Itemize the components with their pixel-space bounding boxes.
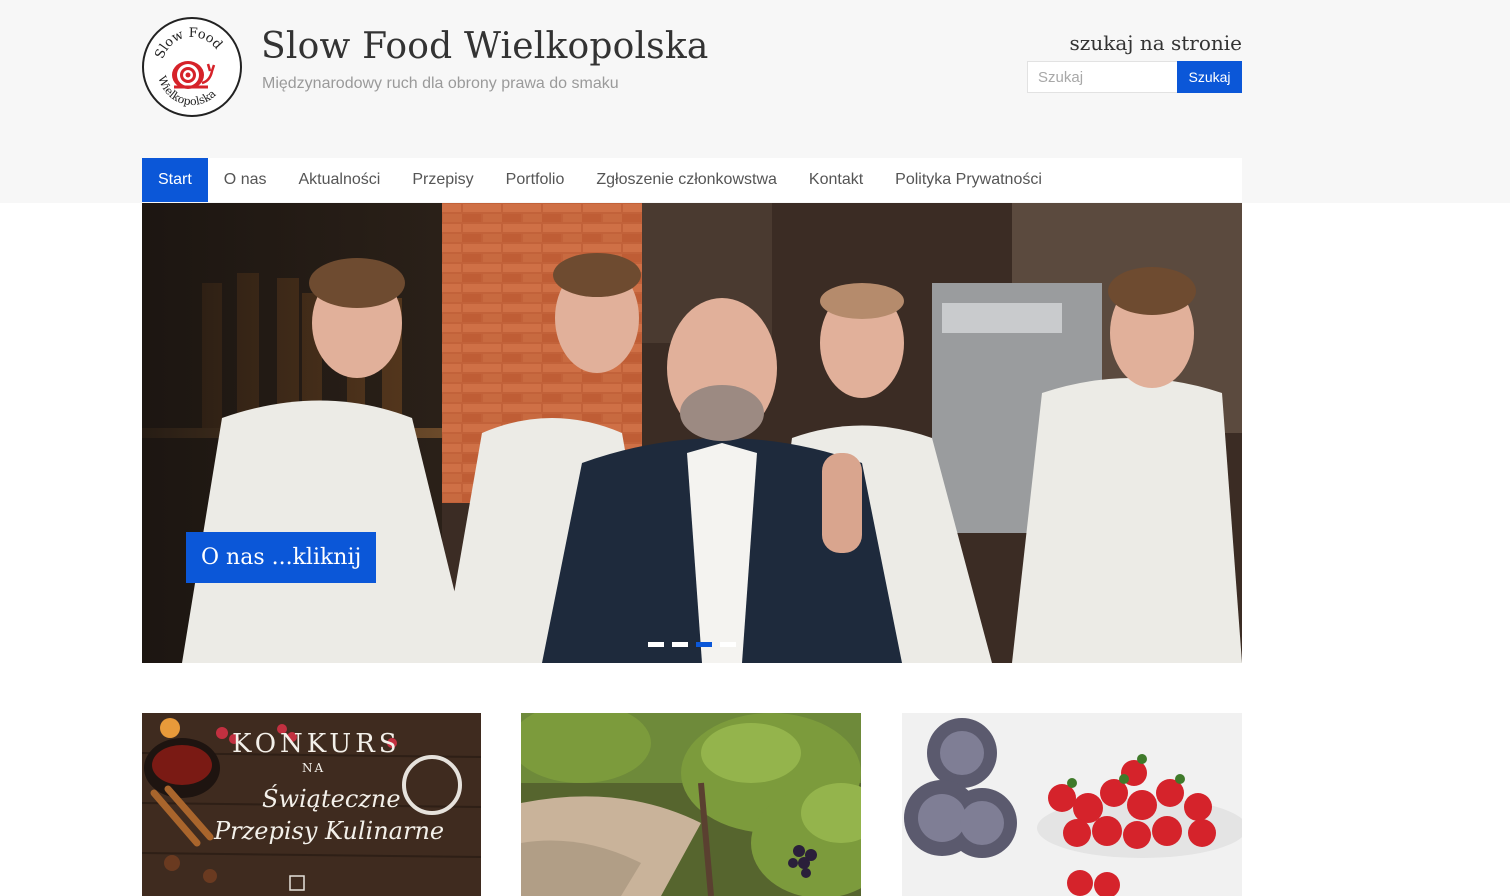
nav-item-portfolio[interactable]: Portfolio xyxy=(490,158,581,202)
hero-slider[interactable] xyxy=(142,203,1242,663)
card-konkurs-line1: Świąteczne xyxy=(262,785,401,813)
card-vineyard-image xyxy=(521,713,861,896)
search-heading: szukaj na stronie xyxy=(1069,31,1242,55)
card-artichokes-image xyxy=(902,713,1242,896)
nav-item-start[interactable]: Start xyxy=(142,158,208,202)
card-konkurs[interactable]: KONKURS NA Świąteczne Przepisy Kulinarne xyxy=(142,713,481,896)
nav-item-polityka[interactable]: Polityka Prywatności xyxy=(879,158,1058,202)
card-artichokes[interactable] xyxy=(902,713,1242,896)
card-konkurs-title: KONKURS xyxy=(232,729,401,759)
main-nav: Start O nas Aktualności Przepisy Portfol… xyxy=(142,158,1242,202)
logo-text-top: Slow Food xyxy=(152,26,225,61)
site-tagline: Międzynarodowy ruch dla obrony prawa do … xyxy=(262,75,619,92)
nav-item-przepisy[interactable]: Przepisy xyxy=(396,158,489,202)
site-title[interactable]: Slow Food Wielkopolska xyxy=(261,26,709,67)
card-vineyard[interactable] xyxy=(521,713,861,896)
card-konkurs-na: NA xyxy=(302,761,326,775)
slider-dot-active[interactable] xyxy=(696,642,712,647)
slider-dot[interactable] xyxy=(648,642,664,647)
search-input[interactable] xyxy=(1027,61,1177,93)
slider-dots xyxy=(648,642,736,647)
snail-icon xyxy=(172,61,216,89)
svg-text:Slow Food: Slow Food xyxy=(152,26,225,61)
nav-item-o-nas[interactable]: O nas xyxy=(208,158,283,202)
nav-item-kontakt[interactable]: Kontakt xyxy=(793,158,879,202)
hero-photo xyxy=(142,203,1242,663)
slider-dot[interactable] xyxy=(672,642,688,647)
nav-item-zgloszenie[interactable]: Zgłoszenie członkowstwa xyxy=(580,158,793,202)
search-button[interactable]: Szukaj xyxy=(1177,61,1242,93)
site-logo[interactable]: Slow Food Wielkopolska xyxy=(142,17,242,117)
hero-caption[interactable]: O nas ...kliknij xyxy=(186,532,377,583)
nav-item-aktualnosci[interactable]: Aktualności xyxy=(282,158,396,202)
card-konkurs-line2: Przepisy Kulinarne xyxy=(214,817,445,845)
slider-dot[interactable] xyxy=(720,642,736,647)
